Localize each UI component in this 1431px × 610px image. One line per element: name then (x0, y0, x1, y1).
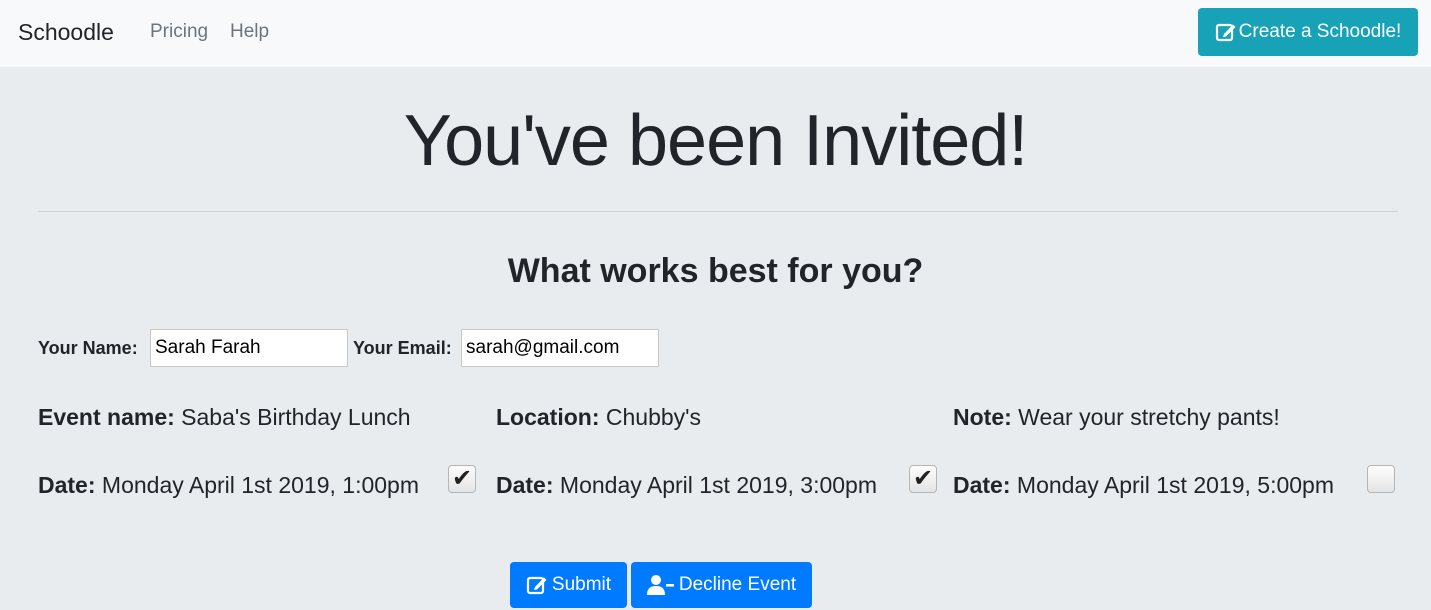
edit-icon (526, 574, 548, 596)
section-subtitle: What works best for you? (507, 252, 924, 290)
nav-link-help[interactable]: Help (230, 21, 269, 43)
decline-event-label: Decline Event (678, 574, 797, 595)
nav-link-pricing[interactable]: Pricing (150, 21, 208, 43)
email-input[interactable] (461, 329, 659, 367)
date-value: Monday April 1st 2019, 5:00pm (1010, 472, 1334, 498)
edit-icon (1215, 21, 1237, 43)
date-option-3: Date: Monday April 1st 2019, 5:00pm (953, 472, 1334, 499)
user-minus-icon (646, 574, 675, 596)
decline-event-button[interactable]: Decline Event (631, 562, 812, 608)
brand-logo[interactable]: Schoodle (18, 19, 114, 46)
event-location-value: Chubby's (599, 404, 702, 430)
date-value: Monday April 1st 2019, 1:00pm (95, 472, 419, 498)
event-name-value: Saba's Birthday Lunch (174, 404, 411, 430)
navbar: Schoodle Pricing Help Create a Schoodle! (0, 0, 1431, 67)
name-input[interactable] (150, 329, 348, 367)
date-checkbox-1[interactable]: ✔ (448, 465, 476, 493)
create-schoodle-button[interactable]: Create a Schoodle! (1198, 8, 1418, 56)
event-note: Note: Wear your stretchy pants! (953, 404, 1280, 431)
date-value: Monday April 1st 2019, 3:00pm (553, 472, 877, 498)
event-note-label: Note: (953, 404, 1012, 430)
date-option-1: Date: Monday April 1st 2019, 1:00pm (38, 472, 419, 499)
date-label: Date: (953, 472, 1011, 498)
event-note-value: Wear your stretchy pants! (1011, 404, 1280, 430)
date-checkbox-3[interactable] (1367, 465, 1395, 493)
submit-label: Submit (551, 574, 612, 595)
date-checkbox-2[interactable]: ✔ (909, 465, 937, 493)
event-name: Event name: Saba's Birthday Lunch (38, 404, 411, 431)
page-title: You've been Invited! (403, 101, 1029, 181)
event-location: Location: Chubby's (496, 404, 701, 431)
event-name-label: Event name: (38, 404, 175, 430)
date-label: Date: (38, 472, 96, 498)
name-label: Your Name: (38, 338, 138, 358)
divider (38, 211, 1398, 212)
checkmark-icon: ✔ (912, 465, 934, 492)
event-location-label: Location: (496, 404, 600, 430)
date-option-2: Date: Monday April 1st 2019, 3:00pm (496, 472, 877, 499)
create-schoodle-label: Create a Schoodle! (1238, 21, 1402, 42)
checkmark-icon: ✔ (451, 465, 473, 492)
email-label: Your Email: (353, 338, 452, 358)
submit-button[interactable]: Submit (510, 562, 627, 608)
date-label: Date: (496, 472, 554, 498)
